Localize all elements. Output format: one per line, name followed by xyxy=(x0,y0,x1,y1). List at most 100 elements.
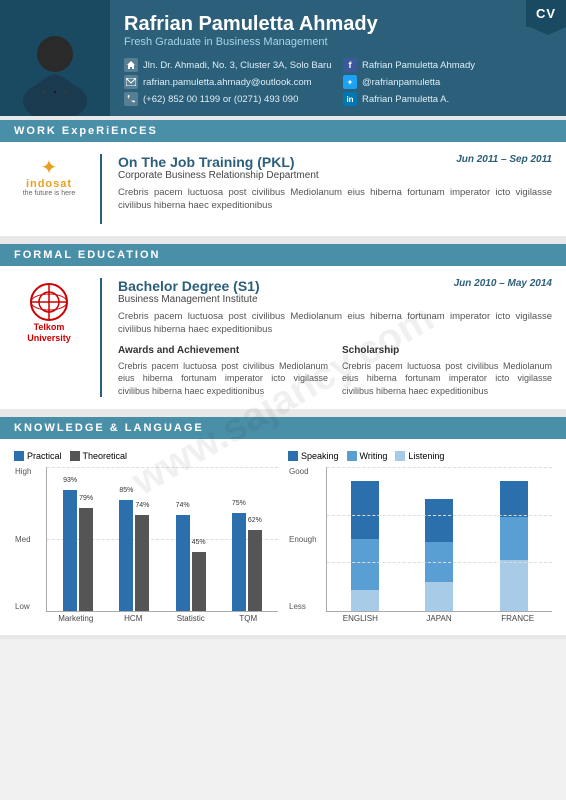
exp-header-row: On The Job Training (PKL) Jun 2011 – Sep… xyxy=(118,154,552,170)
header-info: Rafrian Pamuletta Ahmady Fresh Graduate … xyxy=(110,0,566,116)
home-icon xyxy=(124,58,138,72)
awards-desc: Crebris pacem luctuosa post civilibus Me… xyxy=(118,360,328,398)
y-label-med: Med xyxy=(15,535,31,544)
lang-listening-2 xyxy=(500,560,528,611)
awards-row: Awards and Achievement Crebris pacem luc… xyxy=(118,345,552,398)
indosat-star-icon: ✦ xyxy=(41,158,58,178)
legend-writing: Writing xyxy=(347,451,388,461)
experience-item-0: ✦ indosat the future is here On The Job … xyxy=(14,154,552,224)
legend-writing-box xyxy=(347,451,357,461)
avatar-silhouette xyxy=(10,16,100,116)
scholarship-col: Scholarship Crebris pacem luctuosa post … xyxy=(342,345,552,398)
lang-y-axis-labels: Good Enough Less xyxy=(289,467,317,611)
bar-xlabel-1: HCM xyxy=(108,614,160,623)
bar-xlabel-2: Statistic xyxy=(165,614,217,623)
legend-speaking-label: Speaking xyxy=(301,451,339,461)
bar-group-2: 74%45% xyxy=(166,481,216,611)
lang-y-label-good: Good xyxy=(289,467,317,476)
bar-group-0: 93%79% xyxy=(53,481,103,611)
legend-listening: Listening xyxy=(395,451,444,461)
bar-x-labels: MarketingHCMStatisticTQM xyxy=(46,614,278,623)
legend-practical: Practical xyxy=(14,451,62,461)
legend-speaking-box xyxy=(288,451,298,461)
lang-speaking-0 xyxy=(351,481,379,539)
knowledge-content: Practical Theoretical High Med Low xyxy=(0,439,566,635)
edu-institute: Business Management Institute xyxy=(118,294,552,305)
lang-xlabel-0: ENGLISH xyxy=(326,614,395,623)
bar-practical-2: 74% xyxy=(176,515,190,611)
contact-email: rafrian.pamuletta.ahmady@outlook.com xyxy=(124,75,333,89)
lang-xlabel-2: FRANCE xyxy=(483,614,552,623)
gridline-high xyxy=(47,467,278,468)
formal-education-content: TelkomUniversity Bachelor Degree (S1) Ju… xyxy=(0,266,566,409)
bar-chart-container: Practical Theoretical High Med Low xyxy=(14,451,278,623)
legend-listening-label: Listening xyxy=(408,451,444,461)
lang-group-0 xyxy=(333,481,397,611)
bar-chart-legend: Practical Theoretical xyxy=(14,451,278,461)
exp-title: On The Job Training (PKL) xyxy=(118,154,295,170)
exp-desc: Crebris pacem luctuosa post civilibus Me… xyxy=(118,186,552,213)
lang-speaking-2 xyxy=(500,481,528,517)
phone-icon xyxy=(124,92,138,106)
edu-divider xyxy=(100,278,102,397)
lang-gridline-mid xyxy=(327,515,552,516)
legend-listening-box xyxy=(395,451,405,461)
legend-practical-label: Practical xyxy=(27,451,62,461)
work-experiences-header: WORK ExpeRiEnCES xyxy=(0,120,566,142)
knowledge-section: KNOWLEDGE & LANGUAGE Practical Theoretic… xyxy=(0,413,566,639)
edu-date: Jun 2010 – May 2014 xyxy=(454,278,552,289)
lang-xlabel-1: JAPAN xyxy=(405,614,474,623)
work-experiences-content: ✦ indosat the future is here On The Job … xyxy=(0,142,566,236)
awards-title: Awards and Achievement xyxy=(118,345,328,356)
experience-detail: On The Job Training (PKL) Jun 2011 – Sep… xyxy=(118,154,552,213)
lang-chart: Good Enough Less ENGLISHJAPANFRANCE xyxy=(326,467,552,623)
lang-gridline-top xyxy=(327,467,552,468)
telkom-name: TelkomUniversity xyxy=(27,322,71,344)
bar-group-1: 85%74% xyxy=(109,481,159,611)
avatar-container xyxy=(0,0,110,116)
indosat-logo: ✦ indosat the future is here xyxy=(14,154,84,197)
experience-divider xyxy=(100,154,102,224)
scholarship-desc: Crebris pacem luctuosa post civilibus Me… xyxy=(342,360,552,398)
lang-speaking-1 xyxy=(425,499,453,542)
y-label-high: High xyxy=(15,467,31,476)
lang-gridline-low xyxy=(327,562,552,563)
bar-group-3: 75%62% xyxy=(222,481,272,611)
contact-grid: Jln. Dr. Ahmadi, No. 3, Cluster 3A, Solo… xyxy=(124,58,552,106)
lang-listening-1 xyxy=(425,582,453,611)
scholarship-title: Scholarship xyxy=(342,345,552,356)
legend-speaking: Speaking xyxy=(288,451,339,461)
formal-education-header: FORMAL EDUCATION xyxy=(0,244,566,266)
legend-theoretical: Theoretical xyxy=(70,451,128,461)
work-experiences-section: WORK ExpeRiEnCES ✦ indosat the future is… xyxy=(0,116,566,240)
lang-y-label-enough: Enough xyxy=(289,535,317,544)
contact-phone: (+62) 852 00 1199 or (0271) 493 090 xyxy=(124,92,333,106)
awards-col: Awards and Achievement Crebris pacem luc… xyxy=(118,345,328,398)
legend-writing-label: Writing xyxy=(360,451,388,461)
linkedin-icon: in xyxy=(343,92,357,106)
legend-theoretical-box xyxy=(70,451,80,461)
contact-facebook: f Rafrian Pamuletta Ahmady xyxy=(343,58,552,72)
bar-practical-1: 85% xyxy=(119,500,133,611)
telkom-logo: TelkomUniversity xyxy=(14,278,84,344)
lang-x-labels: ENGLISH JAPAN FRANCE xyxy=(326,614,552,623)
bar-theoretical-3: 62% xyxy=(248,530,262,611)
bar-theoretical-2: 45% xyxy=(192,552,206,611)
knowledge-header: KNOWLEDGE & LANGUAGE xyxy=(0,417,566,439)
edu-degree: Bachelor Degree (S1) xyxy=(118,278,260,294)
candidate-name: Rafrian Pamuletta Ahmady xyxy=(124,12,552,36)
bar-xlabel-0: Marketing xyxy=(50,614,102,623)
lang-chart-container: Speaking Writing Listening Good Enough xyxy=(288,451,552,623)
lang-listening-0 xyxy=(351,590,379,611)
contact-twitter: ✦ @rafrianpamuletta xyxy=(343,75,552,89)
contact-address: Jln. Dr. Ahmadi, No. 3, Cluster 3A, Solo… xyxy=(124,58,333,72)
lang-chart-legend: Speaking Writing Listening xyxy=(288,451,552,461)
cv-badge: CV xyxy=(526,0,566,27)
edu-detail: Bachelor Degree (S1) Jun 2010 – May 2014… xyxy=(118,278,552,397)
indosat-name: indosat xyxy=(26,178,72,190)
email-icon xyxy=(124,75,138,89)
telkom-icon xyxy=(29,282,69,322)
lang-bar-groups xyxy=(333,467,546,611)
bar-theoretical-1: 74% xyxy=(135,515,149,611)
y-label-low: Low xyxy=(15,602,31,611)
